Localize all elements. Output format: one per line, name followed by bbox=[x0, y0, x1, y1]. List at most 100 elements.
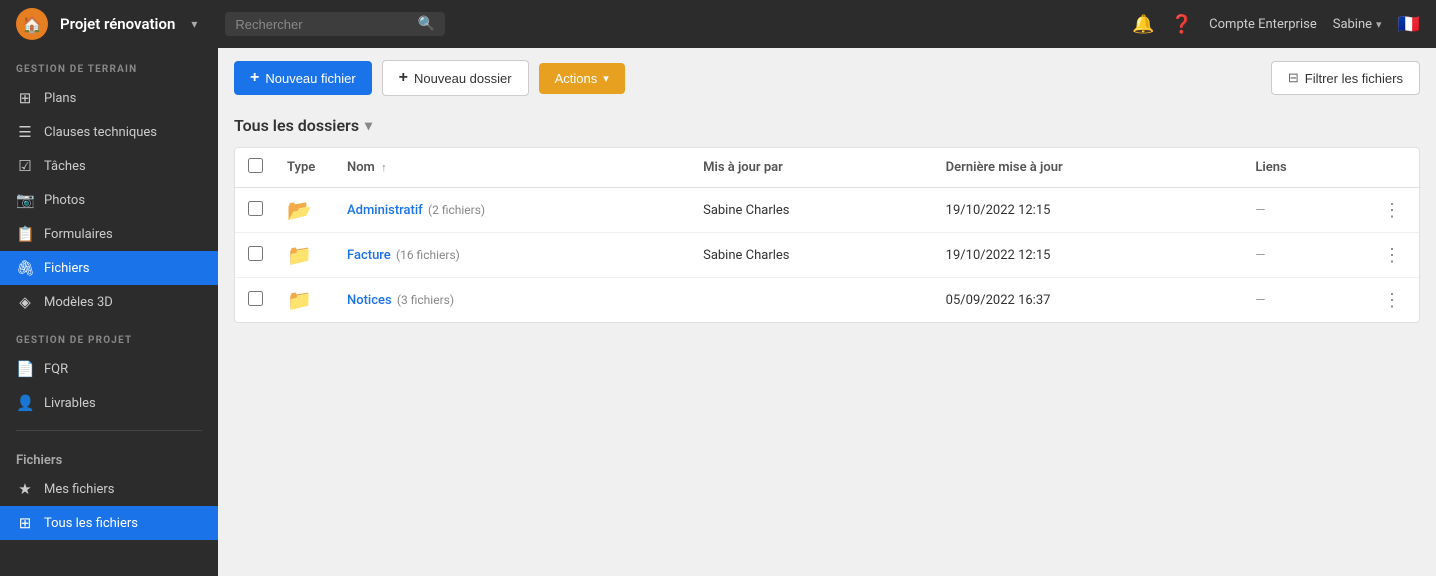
topbar-icons: 🔔 ❓ Compte Enterprise Sabine ▾ 🇫🇷 bbox=[1132, 14, 1420, 35]
sidebar-item-tous-fichiers-label: Tous les fichiers bbox=[44, 516, 138, 531]
header-actions-col bbox=[1365, 148, 1419, 188]
sidebar-section-projet: GESTION DE PROJET bbox=[0, 319, 218, 352]
row-links-1: — bbox=[1243, 188, 1365, 233]
layout: GESTION DE TERRAIN ⊞ Plans ☰ Clauses tec… bbox=[0, 48, 1436, 576]
table-header-row: Type Nom ↑ Mis à jour par Dernière mise … bbox=[235, 148, 1419, 188]
row-checkbox-3[interactable] bbox=[248, 291, 263, 306]
sidebar-item-formulaires[interactable]: 📋 Formulaires bbox=[0, 217, 218, 251]
row-checkbox-cell bbox=[235, 278, 275, 323]
row-name-2: Facture (16 fichiers) bbox=[335, 233, 691, 278]
header-type: Type bbox=[275, 148, 335, 188]
row-filecount-2: (16 fichiers) bbox=[396, 248, 460, 262]
sidebar-item-mes-fichiers-label: Mes fichiers bbox=[44, 482, 115, 497]
header-name[interactable]: Nom ↑ bbox=[335, 148, 691, 188]
row-context-menu-2[interactable]: ⋮ bbox=[1377, 243, 1407, 268]
row-name-3: Notices (3 fichiers) bbox=[335, 278, 691, 323]
content-area: Tous les dossiers ▾ Type bbox=[218, 108, 1436, 576]
plus-icon: + bbox=[250, 69, 259, 87]
row-type-2: 📁 bbox=[275, 233, 335, 278]
table-row: 📁 Notices (3 fichiers) 05/09/2022 16:37 … bbox=[235, 278, 1419, 323]
row-filename-3[interactable]: Notices bbox=[347, 293, 392, 308]
livrables-icon: 👤 bbox=[16, 394, 34, 412]
plans-icon: ⊞ bbox=[16, 89, 34, 107]
row-checkbox-cell bbox=[235, 188, 275, 233]
sidebar-item-photos-label: Photos bbox=[44, 193, 85, 208]
user-menu[interactable]: Sabine ▾ bbox=[1333, 17, 1382, 32]
row-name-1: Administratif (2 fichiers) bbox=[335, 188, 691, 233]
select-all-checkbox[interactable] bbox=[248, 158, 263, 173]
sidebar-item-clauses[interactable]: ☰ Clauses techniques bbox=[0, 115, 218, 149]
sidebar-item-plans-label: Plans bbox=[44, 91, 76, 106]
sidebar-fichiers-section: Fichiers bbox=[0, 441, 218, 472]
row-type-3: 📁 bbox=[275, 278, 335, 323]
notification-icon[interactable]: 🔔 bbox=[1132, 14, 1154, 35]
help-icon[interactable]: ❓ bbox=[1171, 14, 1193, 35]
files-table-container: Type Nom ↑ Mis à jour par Dernière mise … bbox=[234, 147, 1420, 323]
row-links-2: — bbox=[1243, 233, 1365, 278]
row-checkbox-1[interactable] bbox=[248, 201, 263, 216]
filter-label: Filtrer les fichiers bbox=[1305, 71, 1403, 86]
clauses-icon: ☰ bbox=[16, 123, 34, 141]
sidebar-item-clauses-label: Clauses techniques bbox=[44, 125, 157, 140]
actions-button[interactable]: Actions ▾ bbox=[539, 63, 625, 94]
row-filename-2[interactable]: Facture bbox=[347, 248, 391, 263]
sidebar-item-fichiers[interactable]: 🖇 Fichiers bbox=[0, 251, 218, 285]
folder-header-title: Tous les dossiers bbox=[234, 116, 359, 135]
sidebar-item-livrables[interactable]: 👤 Livrables bbox=[0, 386, 218, 420]
row-lastupdate-3: 05/09/2022 16:37 bbox=[934, 278, 1244, 323]
folder-header: Tous les dossiers ▾ bbox=[234, 108, 1420, 147]
sidebar-item-fqr[interactable]: 📄 FQR bbox=[0, 352, 218, 386]
row-checkbox-2[interactable] bbox=[248, 246, 263, 261]
sidebar-item-livrables-label: Livrables bbox=[44, 396, 96, 411]
sidebar-item-formulaires-label: Formulaires bbox=[44, 227, 113, 242]
files-table: Type Nom ↑ Mis à jour par Dernière mise … bbox=[235, 148, 1419, 322]
folder-header-chevron-icon[interactable]: ▾ bbox=[365, 118, 372, 134]
sidebar-item-plans[interactable]: ⊞ Plans bbox=[0, 81, 218, 115]
new-file-label: Nouveau fichier bbox=[265, 71, 355, 86]
new-folder-label: Nouveau dossier bbox=[414, 71, 512, 86]
filter-button[interactable]: ⊟ Filtrer les fichiers bbox=[1271, 61, 1420, 95]
sidebar-divider bbox=[16, 430, 202, 431]
project-logo: 🏠 bbox=[16, 8, 48, 40]
sidebar-section-terrain: GESTION DE TERRAIN bbox=[0, 48, 218, 81]
sidebar-item-taches[interactable]: ☑ Tâches bbox=[0, 149, 218, 183]
row-filecount-1: (2 fichiers) bbox=[428, 203, 485, 217]
actions-label: Actions bbox=[555, 71, 598, 86]
row-context-menu-1[interactable]: ⋮ bbox=[1377, 198, 1407, 223]
sidebar-item-mes-fichiers[interactable]: ★ Mes fichiers bbox=[0, 472, 218, 506]
folder-type-icon: 📁 bbox=[287, 243, 312, 267]
row-filename-1[interactable]: Administratif bbox=[347, 203, 423, 218]
topbar: 🏠 Projet rénovation ▾ 🔍 🔔 ❓ Compte Enter… bbox=[0, 0, 1436, 48]
formulaires-icon: 📋 bbox=[16, 225, 34, 243]
row-updatedby-2: Sabine Charles bbox=[691, 233, 934, 278]
fqr-icon: 📄 bbox=[16, 360, 34, 378]
folder-type-icon: 📁 bbox=[287, 288, 312, 312]
row-lastupdate-2: 19/10/2022 12:15 bbox=[934, 233, 1244, 278]
search-icon: 🔍 bbox=[418, 16, 435, 32]
new-file-button[interactable]: + Nouveau fichier bbox=[234, 61, 372, 95]
actions-chevron-icon: ▾ bbox=[603, 72, 609, 85]
sidebar-item-photos[interactable]: 📷 Photos bbox=[0, 183, 218, 217]
search-input[interactable] bbox=[235, 17, 410, 32]
row-context-menu-3[interactable]: ⋮ bbox=[1377, 288, 1407, 313]
main-content: + Nouveau fichier + Nouveau dossier Acti… bbox=[218, 48, 1436, 576]
user-label: Sabine bbox=[1333, 17, 1372, 32]
account-label[interactable]: Compte Enterprise bbox=[1209, 17, 1317, 32]
plus-folder-icon: + bbox=[399, 69, 408, 87]
filter-icon: ⊟ bbox=[1288, 70, 1299, 86]
folder-type-icon: 📂 bbox=[287, 198, 312, 222]
fichiers-icon: 🖇 bbox=[16, 259, 34, 277]
taches-icon: ☑ bbox=[16, 157, 34, 175]
row-checkbox-cell bbox=[235, 233, 275, 278]
sidebar-item-modeles3d[interactable]: ◈ Modèles 3D bbox=[0, 285, 218, 319]
header-checkbox-cell bbox=[235, 148, 275, 188]
sidebar-item-modeles3d-label: Modèles 3D bbox=[44, 295, 113, 310]
new-folder-button[interactable]: + Nouveau dossier bbox=[382, 60, 529, 96]
header-last-update: Dernière mise à jour bbox=[934, 148, 1244, 188]
sidebar-item-tous-fichiers[interactable]: ⊞ Tous les fichiers bbox=[0, 506, 218, 540]
project-chevron-icon[interactable]: ▾ bbox=[191, 17, 197, 31]
header-updated-by: Mis à jour par bbox=[691, 148, 934, 188]
project-title: Projet rénovation bbox=[60, 15, 175, 33]
row-menu-cell-2: ⋮ bbox=[1365, 233, 1419, 278]
language-flag[interactable]: 🇫🇷 bbox=[1398, 14, 1420, 35]
